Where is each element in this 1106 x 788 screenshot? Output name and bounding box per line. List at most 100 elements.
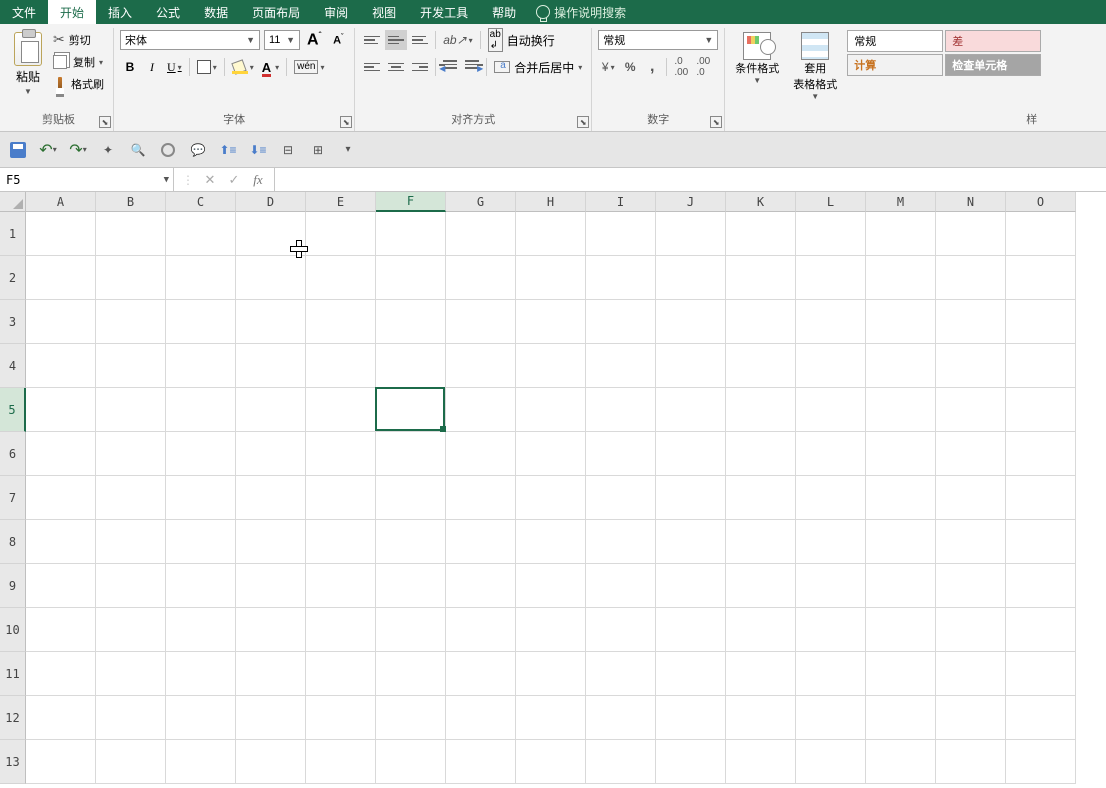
cell[interactable] <box>1006 212 1076 256</box>
cell-style-calculation[interactable]: 计算 <box>847 54 943 76</box>
decrease-font-button[interactable]: Aˇ <box>328 30 348 50</box>
cell[interactable] <box>376 256 446 300</box>
row-header[interactable]: 11 <box>0 652 26 696</box>
cell[interactable] <box>446 212 516 256</box>
cell[interactable] <box>656 476 726 520</box>
row-header[interactable]: 8 <box>0 520 26 564</box>
menu-formulas[interactable]: 公式 <box>144 0 192 24</box>
cell[interactable] <box>376 608 446 652</box>
format-painter-button[interactable]: 格式刷 <box>50 75 107 93</box>
column-header[interactable]: L <box>796 192 866 212</box>
cell[interactable] <box>26 608 96 652</box>
cell[interactable] <box>796 652 866 696</box>
cell[interactable] <box>866 212 936 256</box>
cell[interactable] <box>1006 696 1076 740</box>
dialog-launcher-font[interactable]: ⬊ <box>340 116 352 128</box>
cell[interactable] <box>236 476 306 520</box>
cell[interactable] <box>236 608 306 652</box>
cell[interactable] <box>236 520 306 564</box>
cell[interactable] <box>306 212 376 256</box>
cell[interactable] <box>586 388 656 432</box>
cell[interactable] <box>306 740 376 784</box>
column-header[interactable]: N <box>936 192 1006 212</box>
cell[interactable] <box>376 300 446 344</box>
cell[interactable] <box>796 476 866 520</box>
cell[interactable] <box>586 652 656 696</box>
cell[interactable] <box>1006 740 1076 784</box>
column-header[interactable]: C <box>166 192 236 212</box>
cell[interactable] <box>306 300 376 344</box>
comma-button[interactable]: , <box>642 57 662 77</box>
cell[interactable] <box>586 212 656 256</box>
qat-customize-button[interactable]: ▾ <box>338 140 358 160</box>
cell[interactable] <box>656 696 726 740</box>
decrease-indent-button[interactable]: ◀ <box>440 57 460 77</box>
cell[interactable] <box>656 740 726 784</box>
cut-button[interactable]: ✂ 剪切 <box>50 30 107 49</box>
qat-comment-button[interactable]: 💬 <box>188 140 208 160</box>
menu-layout[interactable]: 页面布局 <box>240 0 312 24</box>
align-right-button[interactable] <box>409 57 431 77</box>
cell[interactable] <box>166 432 236 476</box>
cell[interactable] <box>936 608 1006 652</box>
cell[interactable] <box>96 300 166 344</box>
cell[interactable] <box>516 212 586 256</box>
cell[interactable] <box>166 388 236 432</box>
cell[interactable] <box>306 344 376 388</box>
cell[interactable] <box>376 432 446 476</box>
cell[interactable] <box>96 564 166 608</box>
cell[interactable] <box>516 652 586 696</box>
column-header[interactable]: H <box>516 192 586 212</box>
cell[interactable] <box>376 212 446 256</box>
cell[interactable] <box>726 476 796 520</box>
cell[interactable] <box>236 740 306 784</box>
cell[interactable] <box>866 432 936 476</box>
row-header[interactable]: 12 <box>0 696 26 740</box>
cell[interactable] <box>726 432 796 476</box>
cell[interactable] <box>516 388 586 432</box>
cell[interactable] <box>516 520 586 564</box>
cell[interactable] <box>1006 344 1076 388</box>
cell[interactable] <box>656 564 726 608</box>
cell[interactable] <box>166 256 236 300</box>
cell[interactable] <box>166 300 236 344</box>
cell[interactable] <box>446 344 516 388</box>
cell[interactable] <box>586 432 656 476</box>
cell[interactable] <box>96 212 166 256</box>
cell[interactable] <box>96 520 166 564</box>
cell[interactable] <box>1006 476 1076 520</box>
cell[interactable] <box>1006 300 1076 344</box>
cell[interactable] <box>306 652 376 696</box>
cell[interactable] <box>726 652 796 696</box>
cell[interactable] <box>236 212 306 256</box>
cell[interactable] <box>586 696 656 740</box>
cell[interactable] <box>376 740 446 784</box>
row-header[interactable]: 1 <box>0 212 26 256</box>
cell[interactable] <box>166 608 236 652</box>
align-middle-button[interactable] <box>385 30 407 50</box>
cell[interactable] <box>446 652 516 696</box>
cell[interactable] <box>166 564 236 608</box>
cell[interactable] <box>306 476 376 520</box>
cell-style-bad[interactable]: 差 <box>945 30 1041 52</box>
menu-developer[interactable]: 开发工具 <box>408 0 480 24</box>
qat-preview-button[interactable]: 🔍 <box>128 140 148 160</box>
tell-me-search[interactable]: 操作说明搜索 <box>528 0 634 24</box>
cell[interactable] <box>376 652 446 696</box>
phonetic-button[interactable]: wén▾ <box>291 57 327 77</box>
copy-button[interactable]: 复制 ▾ <box>50 53 107 71</box>
cell[interactable] <box>796 256 866 300</box>
menu-home[interactable]: 开始 <box>48 0 96 24</box>
save-button[interactable] <box>8 140 28 160</box>
cell[interactable] <box>26 388 96 432</box>
row-header[interactable]: 13 <box>0 740 26 784</box>
cell[interactable] <box>446 740 516 784</box>
cell[interactable] <box>866 300 936 344</box>
cell[interactable] <box>1006 432 1076 476</box>
cell[interactable] <box>586 256 656 300</box>
cell[interactable] <box>1006 256 1076 300</box>
cell[interactable] <box>866 256 936 300</box>
cell[interactable] <box>376 476 446 520</box>
row-header[interactable]: 2 <box>0 256 26 300</box>
cell[interactable] <box>96 652 166 696</box>
